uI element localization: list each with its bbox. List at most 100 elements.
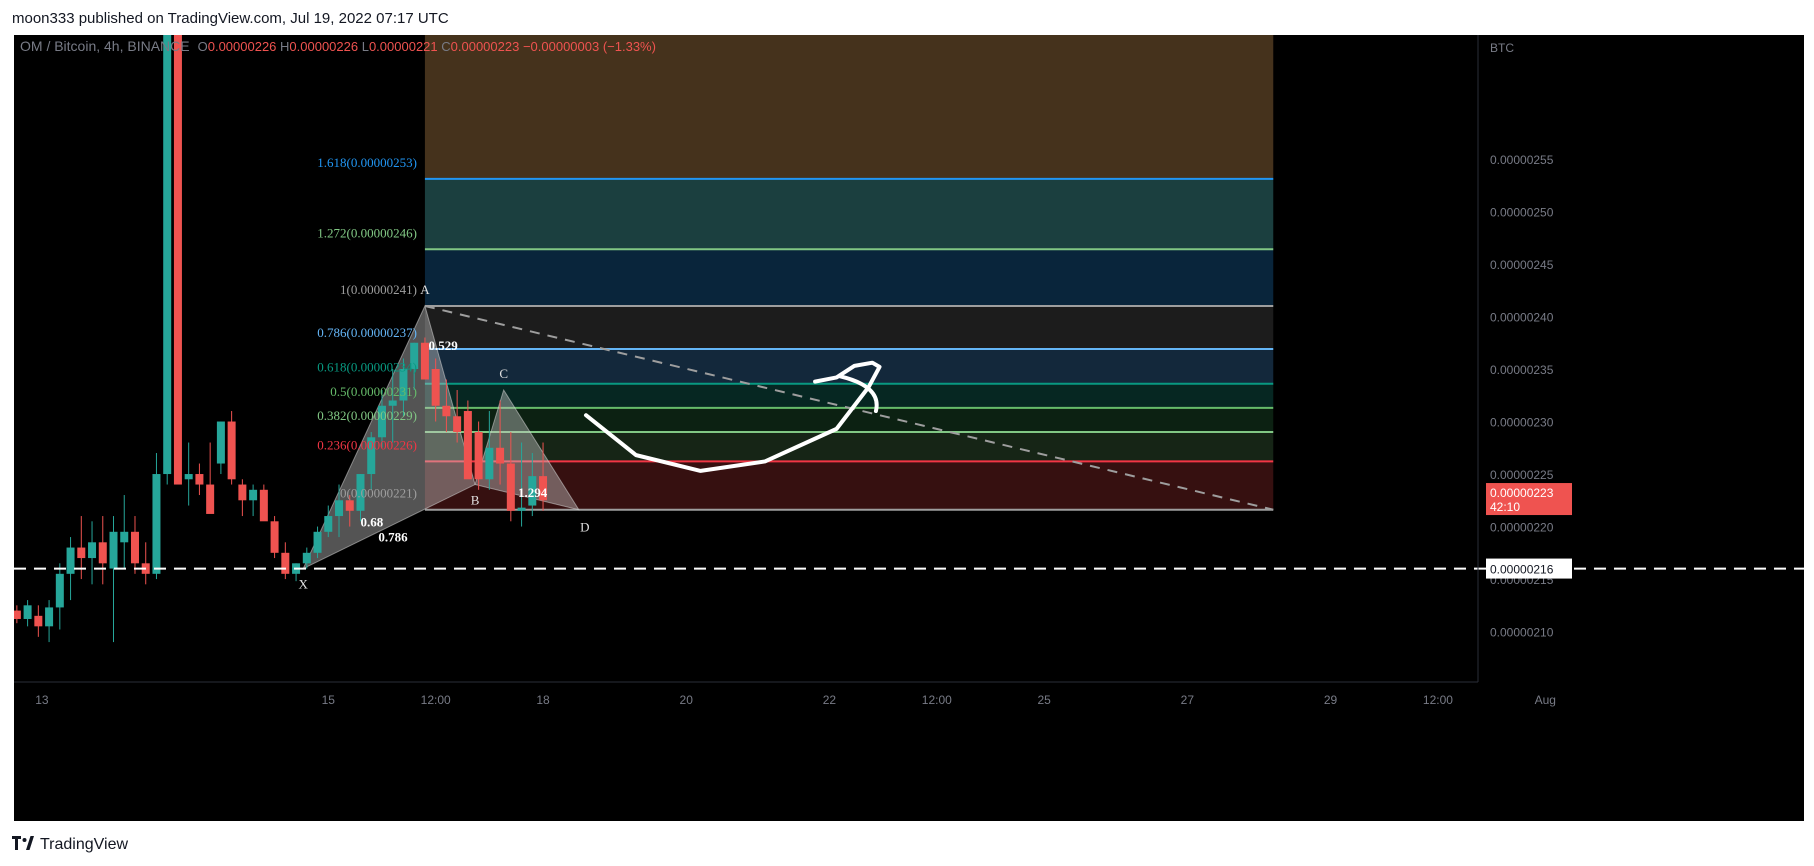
- candle-body: [120, 531, 129, 543]
- time-tick-label: 13: [35, 693, 49, 707]
- time-tick-label: 29: [1324, 693, 1338, 707]
- candle-body: [45, 607, 54, 627]
- candle-body: [130, 531, 139, 564]
- fib-zone-top: [424, 35, 1274, 179]
- harmonic-ratio: 0.786: [378, 529, 408, 544]
- price-tick-label: 0.00000220: [1490, 521, 1554, 535]
- publish-header: moon333 published on TradingView.com, Ju…: [12, 10, 449, 27]
- footer: TradingView: [12, 830, 128, 860]
- harmonic-ratio: 0.529: [429, 338, 459, 353]
- harmonic-ratio: 1.294: [518, 485, 548, 500]
- price-tick-label: 0.00000230: [1490, 416, 1554, 430]
- time-tick-label: 15: [322, 693, 336, 707]
- fib-level-label: 0.786(0.00000237): [317, 325, 417, 340]
- time-tick-label: 22: [823, 693, 837, 707]
- ohlc-values: O0.00000226 H0.00000226 L0.00000221 C0.0…: [198, 39, 656, 54]
- last-price-tag: 0.0000022342:10: [1486, 483, 1572, 516]
- candle-body: [34, 615, 43, 627]
- fib-level-label: 0.5(0.00000231): [330, 384, 417, 399]
- candle-body: [66, 547, 75, 574]
- candle-body: [453, 416, 462, 433]
- candle-body: [184, 474, 193, 480]
- ohlc-open-label: O: [198, 39, 208, 54]
- candle-body: [302, 552, 311, 564]
- candle-body: [442, 405, 451, 417]
- harmonic-point-a: A: [420, 282, 430, 297]
- candle-body: [431, 369, 440, 406]
- time-tick-label: Aug: [1535, 693, 1556, 707]
- ohlc-low-label: L: [358, 39, 369, 54]
- candle-body: [14, 610, 21, 619]
- candle-body: [335, 500, 344, 517]
- candle-body: [206, 484, 215, 514]
- ohlc-close-label: C: [438, 39, 451, 54]
- fib-level-label: 1.272(0.00000246): [317, 225, 417, 240]
- candle-body: [270, 521, 279, 553]
- candle-body: [506, 463, 515, 511]
- fib-level-label: 0.618(0.00000234): [317, 360, 417, 375]
- candle-body: [23, 605, 32, 619]
- fib-zone: [424, 305, 1274, 350]
- candle-body: [98, 542, 107, 564]
- time-tick-label: 12:00: [421, 693, 451, 707]
- candle-body: [152, 474, 161, 574]
- candle-body: [109, 531, 118, 569]
- candle-body: [517, 507, 526, 511]
- fib-level-label: 1.618(0.00000253): [317, 155, 417, 170]
- price-chart[interactable]: X A B C D 0.529 0.680.786 1.294 1.618(0.0000025…: [14, 35, 1804, 821]
- candle-body: [281, 552, 290, 574]
- price-tick-label: 0.00000255: [1490, 153, 1554, 167]
- ohlc-high: 0.00000226: [289, 39, 358, 54]
- candle-body: [163, 35, 172, 475]
- candle-body: [388, 400, 397, 406]
- candle-body: [259, 489, 268, 522]
- fib-level-label: 0.236(0.00000226): [317, 437, 417, 452]
- harmonic-point-c: C: [499, 366, 508, 381]
- symbol-name[interactable]: OM / Bitcoin, 4h, BINANCE: [20, 38, 190, 54]
- ohlc-close: 0.00000223: [451, 39, 520, 54]
- tradingview-logo-icon[interactable]: [12, 835, 34, 855]
- candle-body: [249, 489, 258, 501]
- harmonic-point-b: B: [471, 493, 480, 508]
- time-tick-label: 20: [680, 693, 694, 707]
- candle-body: [345, 500, 354, 511]
- time-tick-label: 18: [536, 693, 550, 707]
- axis-currency: BTC: [1490, 41, 1514, 55]
- time-tick-label: 12:00: [1423, 693, 1453, 707]
- candle-body: [195, 474, 204, 485]
- harmonic-point-d: D: [580, 520, 589, 535]
- fib-level-label: 0(0.00000221): [340, 486, 417, 501]
- ohlc-low: 0.00000221: [369, 39, 438, 54]
- last-price-countdown: 42:10: [1490, 500, 1520, 514]
- price-tick-label: 0.00000245: [1490, 258, 1554, 272]
- price-tick-label: 0.00000210: [1490, 626, 1554, 640]
- candle-body: [313, 531, 322, 553]
- candle-body: [216, 421, 225, 464]
- fib-level-label: 0.382(0.00000229): [317, 408, 417, 423]
- time-tick-label: 25: [1037, 693, 1051, 707]
- fib-level-label: 1(0.00000241): [340, 282, 417, 297]
- candle-body: [227, 421, 236, 480]
- brand-name[interactable]: TradingView: [40, 836, 128, 854]
- candle-body: [88, 542, 97, 559]
- time-tick-label: 27: [1181, 693, 1195, 707]
- price-tick-label: 0.00000225: [1490, 468, 1554, 482]
- ohlc-open: 0.00000226: [208, 39, 277, 54]
- candle-body: [474, 432, 483, 480]
- time-tick-label: 12:00: [922, 693, 952, 707]
- last-price-value: 0.00000223: [1490, 486, 1554, 500]
- fib-zone: [424, 383, 1274, 408]
- chart-area[interactable]: X A B C D 0.529 0.68 0.786 1.294 1.618(0.0000025…: [14, 35, 1804, 821]
- candle-body: [324, 516, 333, 532]
- candle-body: [77, 547, 86, 559]
- support-price-tag: 0.00000216: [1486, 558, 1572, 579]
- harmonic-point-x: X: [299, 577, 309, 592]
- ohlc-high-label: H: [276, 39, 289, 54]
- fib-zone: [424, 432, 1274, 462]
- harmonic-ratio: 0.68: [360, 515, 383, 530]
- candle-body: [496, 447, 505, 464]
- candle-body: [463, 411, 472, 480]
- support-tag-text: 0.00000216: [1490, 563, 1554, 577]
- candle-body: [173, 35, 182, 485]
- price-tick-label: 0.00000235: [1490, 363, 1554, 377]
